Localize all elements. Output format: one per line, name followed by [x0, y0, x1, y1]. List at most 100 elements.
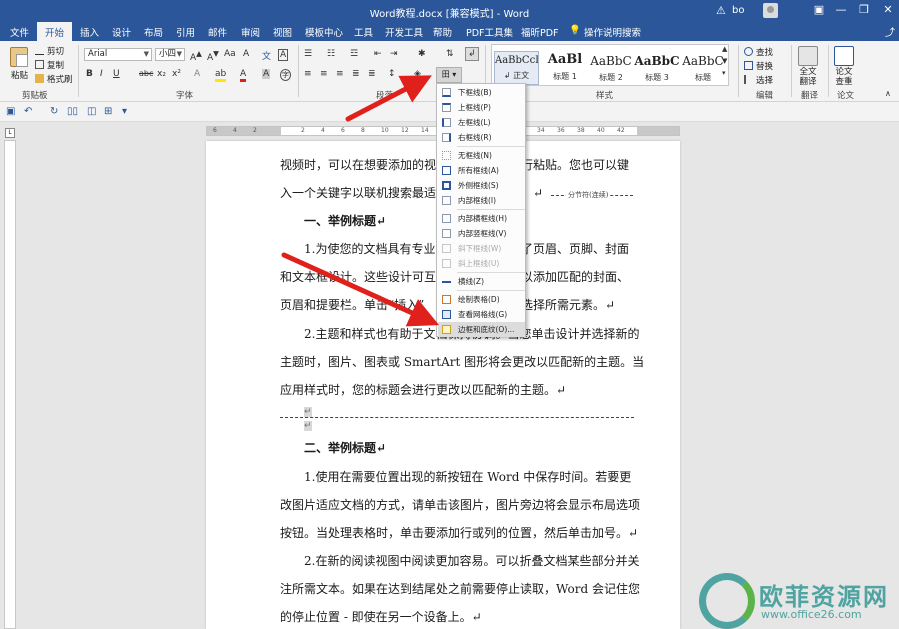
style-normal[interactable]: AaBbCcI ↲ 正文 [494, 51, 539, 85]
save-icon[interactable]: ▣ [6, 106, 15, 117]
warning-icon[interactable]: ⚠ [716, 4, 726, 17]
tab-layout[interactable]: 布局 [144, 25, 163, 39]
find-button[interactable]: 查找 [744, 46, 773, 58]
tab-tools[interactable]: 工具 [354, 25, 373, 39]
tab-home[interactable]: 开始 [37, 22, 73, 41]
grow-font-icon[interactable]: A▲ [190, 49, 202, 63]
doc-text[interactable]: 1.使用在需要位置出现的新按钮在 Word 中保存时间。若要更 [304, 468, 631, 485]
doc-text[interactable]: 2.在新的阅读视图中阅读更加容易。可以折叠文档某些部分并关 [304, 552, 639, 569]
tab-view[interactable]: 视图 [273, 25, 292, 39]
tab-selector-icon[interactable]: L [5, 128, 15, 138]
font-size-select[interactable]: 小四 ▼ [155, 48, 185, 61]
menu-item-right-border[interactable]: 右框线(R) [438, 130, 525, 145]
menu-item-draw-table[interactable]: 绘制表格(D) [438, 292, 525, 307]
menu-item-top-border[interactable]: 上框线(P) [438, 100, 525, 115]
collapse-ribbon-icon[interactable]: ∧ [885, 89, 891, 98]
numbering-icon[interactable]: ☷ [327, 49, 335, 59]
heading-1[interactable]: 一、举例标题↵ [304, 212, 386, 229]
tab-help[interactable]: 帮助 [433, 25, 452, 39]
doc-text[interactable]: 和文本框设计。这些设计可互为 [280, 268, 448, 285]
paste-icon[interactable] [10, 47, 28, 67]
doc-text[interactable]: 1.为使您的文档具有专业外 [304, 240, 447, 257]
style-heading-2[interactable]: AaBbC 标题 2 [588, 51, 634, 85]
superscript-button[interactable]: x² [172, 69, 181, 79]
doc-text[interactable]: 页眉和提要栏。单击“插入” [280, 296, 424, 313]
shrink-font-icon[interactable]: A▼ [207, 49, 219, 63]
doc-text[interactable]: 的停止位置 - 即使在另一个设备上。↵ [280, 608, 482, 625]
tab-template-center[interactable]: 模板中心 [305, 25, 343, 39]
cut-button[interactable]: 剪切 [35, 45, 64, 57]
tab-foxit-pdf[interactable]: 福昕PDF [521, 25, 559, 39]
format-painter-button[interactable]: 格式刷 [35, 73, 73, 85]
subscript-button[interactable]: x₂ [157, 69, 166, 79]
menu-item-all-borders[interactable]: 所有框线(A) [438, 163, 525, 178]
style-heading-1[interactable]: AaBl 标题 1 [542, 51, 588, 85]
styles-gallery[interactable]: AaBbCcI ↲ 正文 AaBl 标题 1 AaBbC 标题 2 AaBbC … [491, 44, 729, 86]
tab-mailings[interactable]: 邮件 [208, 25, 227, 39]
underline-button[interactable]: U [113, 69, 120, 79]
bullets-icon[interactable]: ☰ [304, 49, 312, 59]
style-title[interactable]: AaBbC 标题 [680, 51, 726, 85]
tab-developer[interactable]: 开发工具 [385, 25, 423, 39]
user-name[interactable]: bo [732, 5, 744, 16]
menu-item-inside-vertical[interactable]: 内部竖框线(V) [438, 226, 525, 241]
doc-text[interactable]: 注所需文本。如果在达到结尾处之前需要停止读取，Word 会记住您 [280, 580, 640, 597]
view-icon[interactable]: ▯▯ [67, 106, 78, 117]
enclose-char-icon[interactable]: 字 [280, 69, 291, 81]
doc-text[interactable]: 主题时，图片、图表或 SmartArt 图形将会更改以匹配新的主题。当 [280, 353, 644, 370]
tab-design[interactable]: 设计 [112, 25, 131, 39]
align-right-icon[interactable]: ≡ [336, 69, 344, 79]
menu-item-horizontal-line[interactable]: 横线(Z) [438, 274, 525, 289]
restore-button[interactable]: ❐ [855, 3, 873, 16]
tab-file[interactable]: 文件 [10, 25, 29, 39]
decrease-indent-icon[interactable]: ⇤ [374, 49, 382, 59]
borders-dropdown-button[interactable]: 田 ▾ [436, 67, 462, 83]
ribbon-display-icon[interactable]: ▣ [810, 3, 828, 16]
tab-pdf-tools[interactable]: PDF工具集 [466, 25, 513, 39]
avatar[interactable] [763, 3, 778, 18]
menu-item-no-border[interactable]: 无框线(N) [438, 148, 525, 163]
doc-text[interactable]: 选择所需元素。↵ [521, 296, 615, 313]
doc-text[interactable]: 视频时，可以在想要添加的视频 [280, 156, 448, 173]
doc-text[interactable]: 以添加匹配的封面、 [521, 268, 629, 285]
tab-insert[interactable]: 插入 [80, 25, 99, 39]
style-heading-3[interactable]: AaBbC 标题 3 [634, 51, 680, 85]
char-border-icon[interactable]: A [278, 49, 289, 61]
chinese-layout-icon[interactable]: ✱ [418, 49, 426, 59]
phonetic-icon[interactable]: 文 [262, 49, 271, 62]
heading-2[interactable]: 二、举例标题↵ [304, 439, 386, 456]
font-color-icon[interactable]: A [240, 69, 247, 82]
bold-button[interactable]: B [86, 69, 93, 79]
text-effects-icon[interactable]: A [194, 69, 200, 79]
doc-text[interactable]: 改图片适应文档的方式，请单击该图片，图片旁边将会显示布局选项 [280, 496, 640, 513]
menu-item-outside-borders[interactable]: 外侧框线(S) [438, 178, 525, 193]
doc-text[interactable]: 按钮。当处理表格时，单击要添加行或列的位置，然后单击加号。↵ [280, 524, 638, 541]
tell-me-search[interactable]: 操作说明搜索 [584, 25, 641, 39]
gallery-scroll-down-icon[interactable]: ▼ [722, 57, 727, 65]
menu-item-view-gridlines[interactable]: 查看网格线(G) [438, 307, 525, 322]
multilevel-list-icon[interactable]: ☲ [350, 49, 358, 59]
doc-text[interactable]: 入一个关键字以联机搜索最适 [280, 184, 436, 201]
char-shading-icon[interactable]: A [262, 69, 271, 79]
replace-button[interactable]: 替换 [744, 60, 773, 72]
font-name-select[interactable]: Arial ▼ [84, 48, 152, 61]
highlight-icon[interactable]: ab [215, 69, 227, 82]
tab-review[interactable]: 审阅 [241, 25, 260, 39]
close-button[interactable]: ✕ [879, 3, 897, 16]
shading-icon[interactable]: ◈ [414, 69, 421, 79]
change-case-icon[interactable]: Aa [224, 49, 236, 59]
align-left-icon[interactable]: ≡ [304, 69, 312, 79]
show-marks-icon[interactable]: ↲ [465, 47, 479, 61]
menu-item-borders-and-shading[interactable]: 边框和底纹(O)... [438, 322, 525, 337]
tab-references[interactable]: 引用 [176, 25, 195, 39]
minimize-button[interactable]: — [832, 3, 850, 16]
doc-text[interactable]: 应用样式时，您的标题会进行更改以匹配新的主题。↵ [280, 381, 566, 398]
clear-format-icon[interactable]: A [243, 49, 249, 59]
print-preview-icon[interactable]: ◫ [87, 106, 96, 117]
paste-button[interactable]: 粘贴 [11, 69, 28, 81]
align-center-icon[interactable]: ≡ [320, 69, 328, 79]
menu-item-inside-horizontal[interactable]: 内部横框线(H) [438, 211, 525, 226]
menu-item-bottom-border[interactable]: 下框线(B) [438, 85, 525, 100]
italic-button[interactable]: I [100, 69, 103, 79]
redo-icon[interactable]: ↻ [50, 106, 58, 117]
